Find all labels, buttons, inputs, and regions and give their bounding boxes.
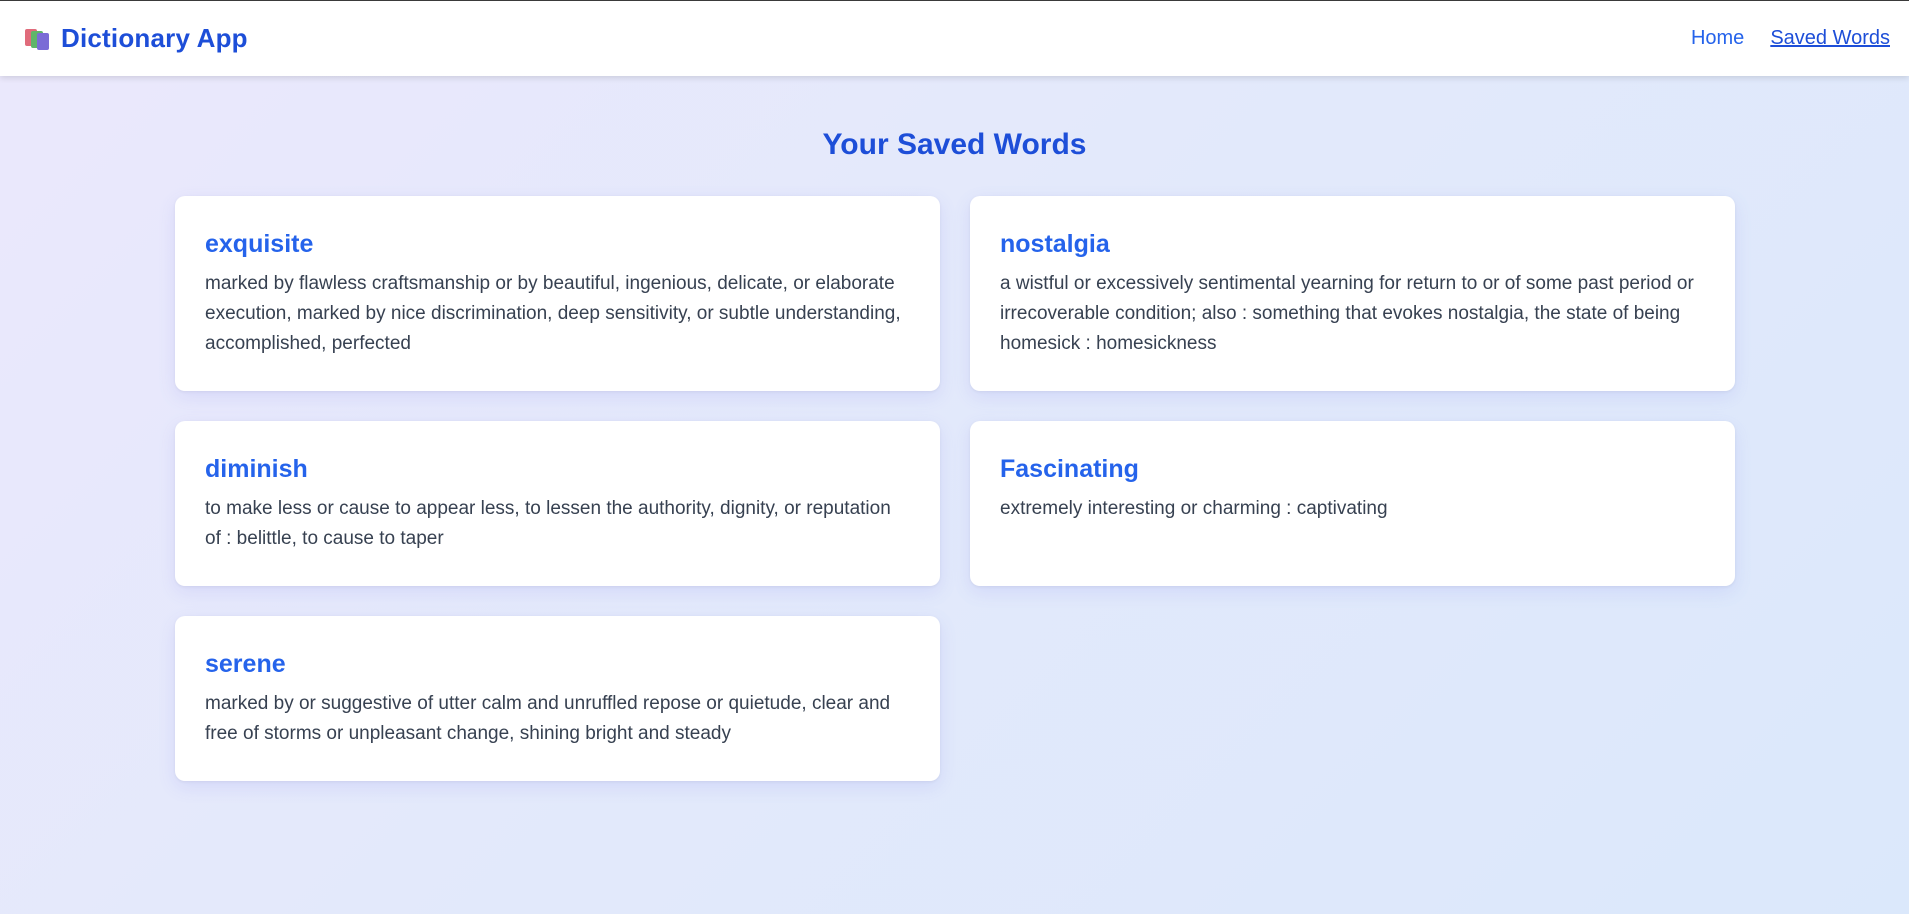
word-title: serene xyxy=(205,650,286,678)
page-title: Your Saved Words xyxy=(822,128,1087,161)
word-card-nostalgia: nostalgia a wistful or excessively senti… xyxy=(970,196,1735,391)
nav-saved-words-link[interactable]: Saved Words xyxy=(1770,27,1890,50)
word-card-diminish: diminish to make less or cause to appear… xyxy=(175,421,940,586)
nav-links: Home Saved Words xyxy=(1691,27,1890,50)
nav-home-link[interactable]: Home xyxy=(1691,27,1744,50)
word-title: diminish xyxy=(205,455,308,483)
word-title: exquisite xyxy=(205,230,314,258)
word-card-fascinating: Fascinating extremely interesting or cha… xyxy=(970,421,1735,586)
word-title: Fascinating xyxy=(1000,455,1139,483)
saved-words-grid: exquisite marked by flawless craftsmansh… xyxy=(175,196,1735,781)
brand[interactable]: Dictionary App xyxy=(24,23,248,54)
app-title[interactable]: Dictionary App xyxy=(61,23,248,54)
books-icon xyxy=(24,27,51,51)
word-title: nostalgia xyxy=(1000,230,1110,258)
word-card-serene: serene marked by or suggestive of utter … xyxy=(175,616,940,781)
top-navbar: Dictionary App Home Saved Words xyxy=(0,0,1909,76)
word-card-exquisite: exquisite marked by flawless craftsmansh… xyxy=(175,196,940,391)
word-definition: to make less or cause to appear less, to… xyxy=(205,498,891,549)
word-definition: marked by flawless craftsmanship or by b… xyxy=(205,273,901,354)
word-definition: extremely interesting or charming : capt… xyxy=(1000,498,1388,519)
word-definition: marked by or suggestive of utter calm an… xyxy=(205,693,891,744)
word-definition: a wistful or excessively sentimental yea… xyxy=(1000,273,1694,354)
